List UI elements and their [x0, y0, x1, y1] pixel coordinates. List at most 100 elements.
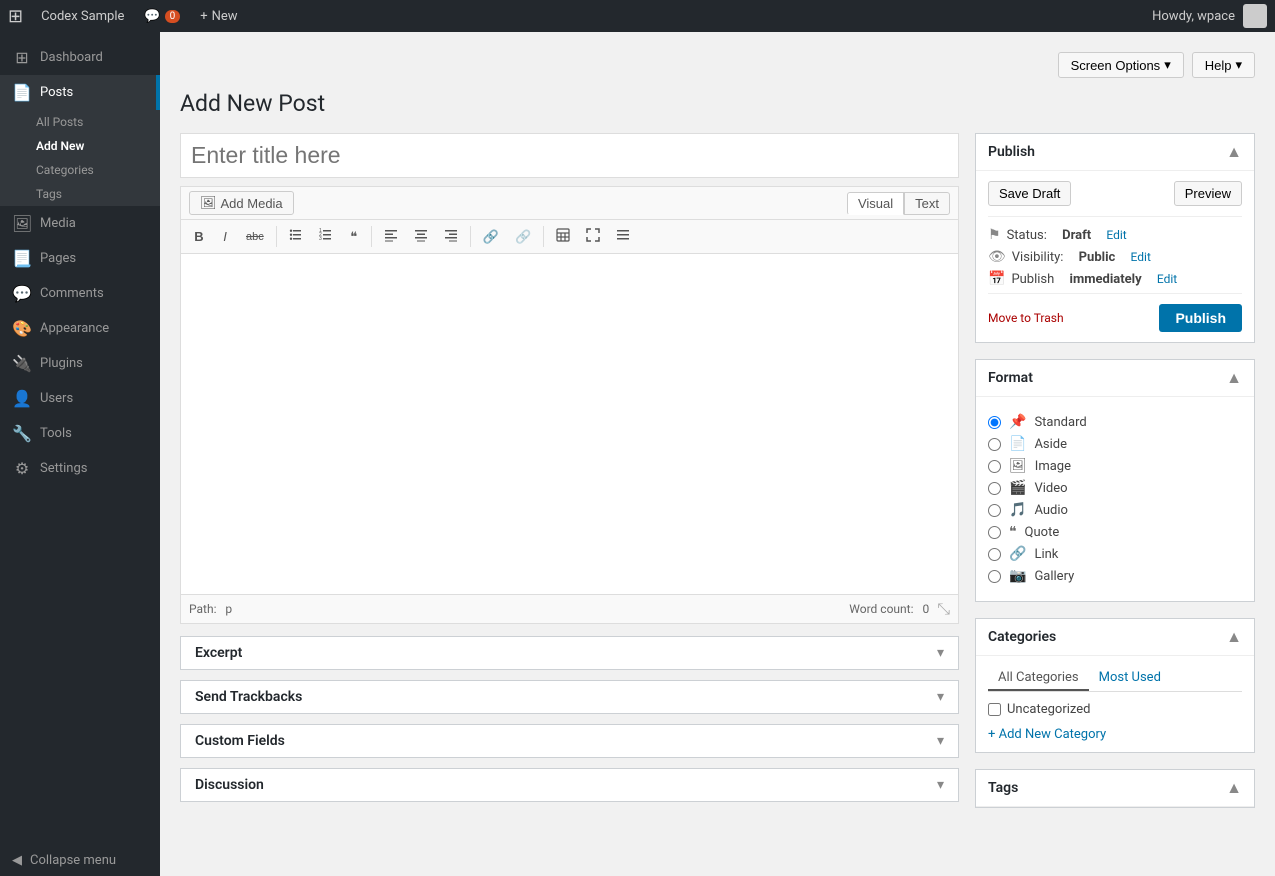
format-radio-aside[interactable]: [988, 438, 1001, 451]
format-option-quote: ❝ Quote: [988, 521, 1242, 543]
visibility-edit-link[interactable]: Edit: [1131, 250, 1151, 264]
sidebar-item-users[interactable]: 👤 Users: [0, 381, 160, 416]
editor-body[interactable]: [181, 254, 958, 594]
visual-tab[interactable]: Visual: [847, 192, 904, 215]
format-toolbar: B I abc 123 ❝: [181, 220, 958, 254]
format-option-gallery: 📷 Gallery: [988, 565, 1242, 587]
adminbar-new[interactable]: + New: [190, 9, 247, 24]
tools-icon: 🔧: [12, 424, 32, 443]
sidebar-item-appearance[interactable]: 🎨 Appearance: [0, 311, 160, 346]
format-option-aside: 📄 Aside: [988, 433, 1242, 455]
bold-button[interactable]: B: [187, 224, 211, 249]
add-media-button[interactable]: 🖼 Add Media: [189, 191, 294, 215]
aside-format-icon: 📄: [1009, 436, 1026, 452]
editor-resize-handle[interactable]: ⤡: [937, 599, 950, 619]
align-center-button[interactable]: [407, 224, 435, 249]
media-icon: 🖼: [12, 214, 32, 233]
collapse-icon: ◀: [12, 853, 22, 868]
all-categories-tab[interactable]: All Categories: [988, 666, 1089, 691]
sidebar-item-tools[interactable]: 🔧 Tools: [0, 416, 160, 451]
svg-text:3: 3: [319, 236, 322, 242]
sidebar-item-comments[interactable]: 💬 Comments: [0, 276, 160, 311]
add-new-category-link[interactable]: + Add New Category: [988, 727, 1106, 742]
editor-area: 🖼 Add Media Visual Text B I abc: [180, 133, 959, 824]
appearance-icon: 🎨: [12, 319, 32, 338]
excerpt-header[interactable]: Excerpt ▾: [181, 637, 958, 669]
format-radio-audio[interactable]: [988, 504, 1001, 517]
page-title: Add New Post: [180, 90, 1255, 117]
sidebar-item-settings[interactable]: ⚙ Settings: [0, 451, 160, 486]
kitchensink-button[interactable]: [609, 224, 637, 249]
strikethrough-button[interactable]: abc: [239, 224, 271, 249]
link-button[interactable]: 🔗: [476, 224, 506, 249]
avatar: [1243, 4, 1267, 28]
categories-tabs: All Categories Most Used: [988, 666, 1242, 692]
table-button[interactable]: [549, 224, 577, 249]
publish-button[interactable]: Publish: [1159, 304, 1242, 332]
unlink-button[interactable]: 🔗: [508, 224, 538, 249]
format-box-header[interactable]: Format ▲: [976, 360, 1254, 397]
submenu-categories[interactable]: Categories: [0, 158, 160, 182]
submenu-all-posts[interactable]: All Posts: [0, 110, 160, 134]
main-content: Screen Options ▾ Help ▾ Add New Post: [160, 32, 1275, 876]
tags-box-header[interactable]: Tags ▲: [976, 770, 1254, 807]
dashboard-icon: ⊞: [12, 48, 32, 67]
top-utility-bar: Screen Options ▾ Help ▾: [180, 52, 1255, 78]
unordered-list-button[interactable]: [282, 224, 310, 249]
adminbar-comments[interactable]: 💬 0: [134, 9, 190, 24]
format-radio-image[interactable]: [988, 460, 1001, 473]
help-button[interactable]: Help ▾: [1192, 52, 1255, 78]
status-icon: ⚑: [988, 227, 1001, 243]
visibility-icon: 👁: [988, 249, 1006, 265]
blockquote-button[interactable]: ❝: [342, 224, 366, 249]
preview-button[interactable]: Preview: [1174, 181, 1242, 206]
format-radio-link[interactable]: [988, 548, 1001, 561]
publish-visibility: 👁 Visibility: Public Edit: [988, 249, 1242, 265]
format-option-link: 🔗 Link: [988, 543, 1242, 565]
format-radio-standard[interactable]: [988, 416, 1001, 429]
categories-box: Categories ▲ All Categories Most Used Un…: [975, 618, 1255, 753]
editor-container: 🖼 Add Media Visual Text B I abc: [180, 186, 959, 624]
format-option-image: 🖼 Image: [988, 455, 1242, 477]
trackbacks-header[interactable]: Send Trackbacks ▾: [181, 681, 958, 713]
plugins-icon: 🔌: [12, 354, 32, 373]
discussion-header[interactable]: Discussion ▾: [181, 769, 958, 801]
format-radio-gallery[interactable]: [988, 570, 1001, 583]
save-draft-button[interactable]: Save Draft: [988, 181, 1071, 206]
sidebar-item-plugins[interactable]: 🔌 Plugins: [0, 346, 160, 381]
sidebar-item-dashboard[interactable]: ⊞ Dashboard: [0, 40, 160, 75]
format-radio-quote[interactable]: [988, 526, 1001, 539]
adminbar-site-name[interactable]: Codex Sample: [31, 9, 134, 24]
editor-path: Path: p: [189, 602, 232, 616]
screen-options-button[interactable]: Screen Options ▾: [1058, 52, 1184, 78]
publish-time-edit-link[interactable]: Edit: [1157, 272, 1177, 286]
status-edit-link[interactable]: Edit: [1106, 228, 1126, 242]
move-to-trash-link[interactable]: Move to Trash: [988, 311, 1064, 325]
wp-logo-icon[interactable]: ⊞: [8, 6, 23, 27]
fullscreen-button[interactable]: [579, 224, 607, 249]
posts-icon: 📄: [12, 83, 32, 102]
post-title-input[interactable]: [180, 133, 959, 178]
submenu-add-new[interactable]: Add New: [0, 134, 160, 158]
align-right-button[interactable]: [437, 224, 465, 249]
text-tab[interactable]: Text: [904, 192, 950, 215]
sidebar-item-posts[interactable]: 📄 Posts: [0, 75, 160, 110]
italic-button[interactable]: I: [213, 224, 237, 249]
most-used-tab[interactable]: Most Used: [1089, 666, 1171, 691]
publish-box-body: Save Draft Preview ⚑ Status: Draft Edit …: [976, 171, 1254, 342]
format-radio-video[interactable]: [988, 482, 1001, 495]
category-checkbox-uncategorized[interactable]: [988, 703, 1001, 716]
custom-fields-header[interactable]: Custom Fields ▾: [181, 725, 958, 757]
submenu-tags[interactable]: Tags: [0, 182, 160, 206]
categories-box-header[interactable]: Categories ▲: [976, 619, 1254, 656]
editor-view-tabs: Visual Text: [847, 192, 950, 215]
publish-box-header[interactable]: Publish ▲: [976, 134, 1254, 171]
sidebar-item-media[interactable]: 🖼 Media: [0, 206, 160, 241]
discussion-box: Discussion ▾: [180, 768, 959, 802]
gallery-format-icon: 📷: [1009, 568, 1026, 584]
calendar-icon: 📅: [988, 271, 1005, 287]
collapse-menu-button[interactable]: ◀ Collapse menu: [0, 845, 160, 876]
align-left-button[interactable]: [377, 224, 405, 249]
sidebar-item-pages[interactable]: 📃 Pages: [0, 241, 160, 276]
ordered-list-button[interactable]: 123: [312, 224, 340, 249]
